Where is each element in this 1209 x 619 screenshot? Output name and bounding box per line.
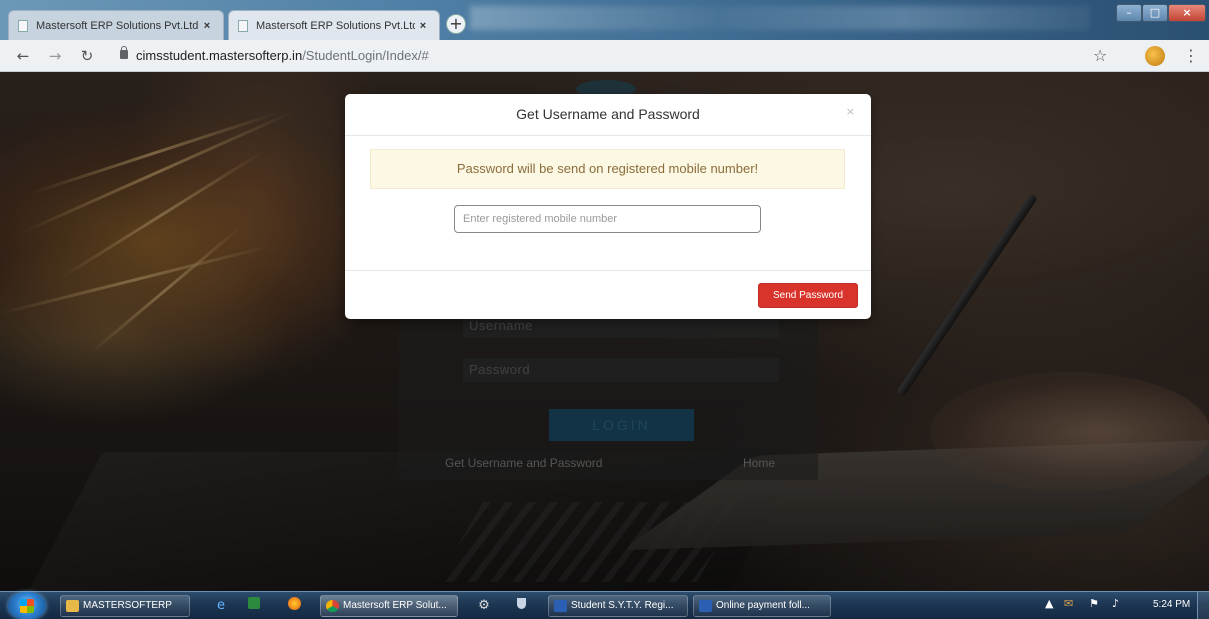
page-favicon-icon — [238, 19, 248, 32]
browser-tab-strip: Mastersoft ERP Solutions Pvt.Ltd × Maste… — [0, 0, 1209, 40]
modal-close-icon[interactable]: × — [846, 105, 855, 118]
network-icon[interactable]: ✉ — [1064, 597, 1073, 610]
mobile-number-input[interactable] — [454, 205, 761, 233]
modal-title: Get Username and Password — [516, 106, 700, 122]
taskbar-item-folder[interactable]: MASTERSOFTERP — [60, 595, 190, 617]
internet-explorer-icon[interactable]: e — [212, 597, 230, 615]
tab-title: Mastersoft ERP Solutions Pvt.Ltd — [256, 19, 415, 32]
shield-icon[interactable] — [512, 597, 530, 615]
address-bar-row: ← → ↻ cimsstudent.mastersofterp.in/Stude… — [0, 40, 1209, 72]
url-text: cimsstudent.mastersofterp.in/StudentLogi… — [136, 48, 429, 63]
taskbar-item-label: MASTERSOFTERP — [83, 600, 172, 611]
modal-footer-divider — [345, 270, 871, 271]
url-path: /StudentLogin/Index/# — [302, 48, 429, 63]
bookmark-star-icon[interactable]: ☆ — [1093, 46, 1107, 65]
browser-tab-1[interactable]: Mastersoft ERP Solutions Pvt.Ltd × — [8, 10, 224, 40]
taskbar-item-label: Student S.Y.T.Y. Regi... — [571, 600, 674, 611]
reload-icon[interactable]: ↻ — [78, 47, 96, 65]
firefox-icon[interactable] — [285, 597, 303, 615]
taskbar-item-word-1[interactable]: Student S.Y.T.Y. Regi... — [548, 595, 688, 617]
lock-icon — [120, 46, 128, 59]
forward-arrow-icon[interactable]: → — [46, 47, 64, 65]
browser-tab-2[interactable]: Mastersoft ERP Solutions Pvt.Ltd × — [228, 10, 440, 40]
tab-close-icon[interactable]: × — [415, 20, 431, 32]
start-button[interactable] — [8, 592, 46, 619]
folder-icon — [66, 600, 79, 612]
taskbar-item-label: Online payment foll... — [716, 600, 810, 611]
send-password-button[interactable]: Send Password — [758, 283, 858, 308]
chrome-icon — [326, 600, 339, 612]
taskbar-item-word-2[interactable]: Online payment foll... — [693, 595, 831, 617]
word-icon — [554, 600, 567, 612]
window-close-button[interactable]: × — [1168, 4, 1206, 22]
maximize-button[interactable]: □ — [1142, 4, 1168, 22]
windows-taskbar: MASTERSOFTERP e Mastersoft ERP Solut... … — [0, 591, 1209, 619]
taskbar-item-chrome[interactable]: Mastersoft ERP Solut... — [320, 595, 458, 617]
get-credentials-modal: Get Username and Password × Password wil… — [345, 94, 871, 319]
profile-avatar[interactable] — [1145, 46, 1165, 66]
new-tab-button[interactable]: + — [446, 14, 466, 34]
info-alert: Password will be send on registered mobi… — [370, 149, 845, 189]
taskbar-item-label: Mastersoft ERP Solut... — [343, 600, 447, 611]
media-player-icon[interactable] — [245, 597, 263, 615]
word-icon — [699, 600, 712, 612]
windows-logo-icon — [20, 599, 34, 613]
tab-close-icon[interactable]: × — [199, 20, 215, 32]
action-center-flag-icon[interactable]: ⚑ — [1089, 597, 1099, 610]
volume-icon[interactable]: ♪ — [1112, 597, 1119, 610]
show-hidden-icons-icon[interactable]: ▲ — [1045, 597, 1053, 610]
taskbar-clock[interactable]: 5:24 PM — [1153, 599, 1190, 610]
tab-title: Mastersoft ERP Solutions Pvt.Ltd — [36, 19, 199, 32]
show-desktop-button[interactable] — [1197, 592, 1209, 619]
url-field[interactable]: cimsstudent.mastersofterp.in/StudentLogi… — [110, 45, 1110, 67]
modal-header: Get Username and Password × — [345, 94, 871, 136]
screen: Mastersoft ERP Solutions Pvt.Ltd × Maste… — [0, 0, 1209, 619]
back-arrow-icon[interactable]: ← — [14, 47, 32, 65]
menu-kebab-icon[interactable]: ⋮ — [1183, 46, 1199, 65]
app-icon[interactable]: ⚙ — [475, 597, 493, 615]
minimize-button[interactable]: – — [1116, 4, 1142, 22]
url-host: cimsstudent.mastersofterp.in — [136, 48, 303, 63]
page-favicon-icon — [18, 19, 28, 32]
